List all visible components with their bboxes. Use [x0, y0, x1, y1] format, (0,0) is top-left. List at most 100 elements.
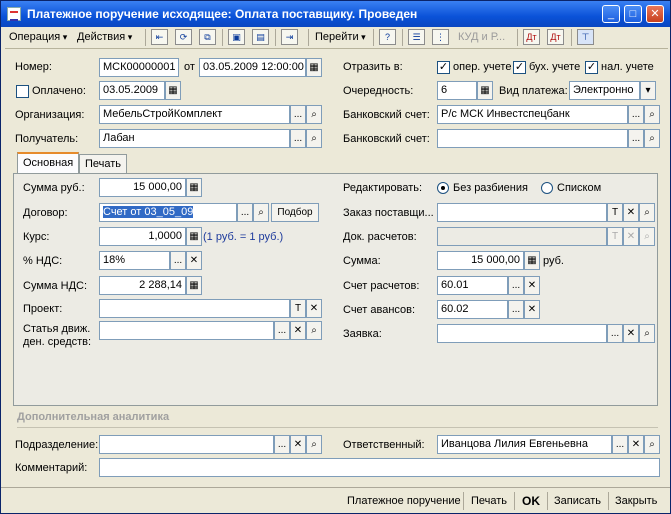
edit-no-split-radio[interactable]	[437, 182, 449, 194]
search-icon[interactable]: ⌕	[306, 105, 322, 124]
priority-field[interactable]: 6	[437, 81, 477, 100]
responsible-field[interactable]: Иванцова Лилия Евгеньевна	[437, 435, 612, 454]
vat-percent-field[interactable]: 18%	[99, 251, 170, 270]
comment-field[interactable]	[99, 458, 660, 477]
vat-sum-field[interactable]: 2 288,14	[99, 276, 186, 295]
options-icon[interactable]: ⋮	[432, 29, 449, 45]
refresh-icon[interactable]: ⟳	[175, 29, 192, 45]
search-icon[interactable]: ⌕	[639, 324, 655, 343]
buh-accounting-checkbox[interactable]: ✓	[513, 61, 526, 74]
paid-label: Оплачено:	[32, 85, 86, 97]
tax-debit-credit-icon[interactable]: Дт	[547, 29, 564, 45]
calendar-icon[interactable]: ▦	[165, 81, 181, 100]
select-button[interactable]: ...	[508, 300, 524, 319]
select-button[interactable]: ...	[628, 129, 644, 148]
number-field[interactable]: МСК00000001	[99, 58, 179, 77]
ok-button[interactable]: OK	[522, 492, 540, 510]
chevron-down-icon[interactable]: ▾	[640, 81, 656, 100]
tax-accounting-checkbox[interactable]: ✓	[585, 61, 598, 74]
close-window-button[interactable]: ✕	[646, 5, 664, 23]
goto-menu[interactable]: Перейти	[315, 28, 366, 47]
calc-icon[interactable]: ▦	[186, 227, 202, 246]
clear-icon[interactable]: ✕	[524, 300, 540, 319]
debit-credit-icon[interactable]: Дт	[523, 29, 540, 45]
advance-account-field[interactable]: 60.02	[437, 300, 508, 319]
print-form-button[interactable]: Платежное поручение	[347, 492, 461, 510]
actions-menu[interactable]: Действия	[77, 28, 132, 47]
project-field[interactable]	[99, 299, 290, 318]
supplier-order-field[interactable]	[437, 203, 607, 222]
structure-icon[interactable]: ⇥	[281, 29, 298, 45]
paid-checkbox[interactable]	[16, 85, 29, 98]
select-button[interactable]: ...	[274, 321, 290, 340]
maximize-button[interactable]: □	[624, 5, 642, 23]
clear-icon[interactable]: ✕	[186, 251, 202, 270]
select-button[interactable]: ...	[612, 435, 628, 454]
clear-icon[interactable]: ✕	[290, 435, 306, 454]
payee-bank-account-field[interactable]	[437, 129, 628, 148]
print-button[interactable]: Печать	[471, 492, 507, 510]
date-field[interactable]: 03.05.2009 12:00:00	[199, 58, 306, 77]
payee-field[interactable]: Лабан	[99, 129, 290, 148]
organization-field[interactable]: МебельСтройКомплект	[99, 105, 290, 124]
search-icon[interactable]: ⌕	[639, 203, 655, 222]
cashflow-item-field[interactable]	[99, 321, 274, 340]
clear-icon[interactable]: ✕	[628, 435, 644, 454]
operation-menu[interactable]: Операция	[9, 28, 67, 47]
select-button[interactable]: ...	[290, 129, 306, 148]
search-icon[interactable]: ⌕	[644, 129, 660, 148]
select-button[interactable]: ...	[607, 324, 623, 343]
clear-icon[interactable]: ✕	[623, 324, 639, 343]
help-icon[interactable]: ?	[379, 29, 396, 45]
select-button[interactable]: ...	[628, 105, 644, 124]
select-button[interactable]: ...	[290, 105, 306, 124]
search-icon[interactable]: ⌕	[644, 435, 660, 454]
rate-field[interactable]: 1,0000	[99, 227, 186, 246]
minimize-button[interactable]: _	[602, 5, 620, 23]
edit-list-radio[interactable]	[541, 182, 553, 194]
sum-field[interactable]: 15 000,00	[99, 178, 186, 197]
calc-icon[interactable]: ▦	[524, 251, 540, 270]
bank-account-field[interactable]: Р/с МСК Инвестспецбанк	[437, 105, 628, 124]
contract-field[interactable]: Счет от 03_05_09	[99, 203, 237, 222]
clear-icon[interactable]: ✕	[524, 276, 540, 295]
list-view-icon[interactable]: ☰	[408, 29, 425, 45]
post-document-icon[interactable]: ▣	[228, 29, 245, 45]
text-icon[interactable]: T	[290, 299, 306, 318]
payment-type-select[interactable]: Электронно	[569, 81, 640, 100]
tab-print[interactable]: Печать	[79, 154, 128, 173]
copy-icon[interactable]: ⧉	[199, 29, 216, 45]
unpost-document-icon[interactable]: ▤	[252, 29, 269, 45]
calc-icon[interactable]: ▦	[186, 178, 202, 197]
search-icon[interactable]: ⌕	[306, 129, 322, 148]
go-back-icon[interactable]: ⇤	[151, 29, 168, 45]
search-icon[interactable]: ⌕	[306, 321, 322, 340]
paid-date-field[interactable]: 03.05.2009	[99, 81, 165, 100]
amount-field[interactable]: 15 000,00	[437, 251, 524, 270]
calc-icon[interactable]: ▦	[477, 81, 493, 100]
clear-icon[interactable]: ✕	[623, 203, 639, 222]
select-button[interactable]: ...	[508, 276, 524, 295]
clear-icon[interactable]: ✕	[306, 299, 322, 318]
calendar-icon[interactable]: ▦	[306, 58, 322, 77]
search-icon[interactable]: ⌕	[253, 203, 269, 222]
kud-button[interactable]: КУД и Р...	[458, 28, 505, 47]
save-button[interactable]: Записать	[554, 492, 601, 510]
text-icon[interactable]: T	[607, 203, 623, 222]
close-button[interactable]: Закрыть	[615, 492, 657, 510]
select-button[interactable]: ...	[237, 203, 253, 222]
search-icon[interactable]: ⌕	[644, 105, 660, 124]
calc-icon[interactable]: ▦	[186, 276, 202, 295]
select-button[interactable]: ...	[170, 251, 186, 270]
oper-accounting-checkbox[interactable]: ✓	[437, 61, 450, 74]
clear-icon[interactable]: ✕	[290, 321, 306, 340]
structure-tree-icon[interactable]: ⊤	[577, 29, 594, 45]
select-button[interactable]: ...	[274, 435, 290, 454]
select-contract-button[interactable]: Подбор	[271, 203, 319, 222]
tab-main[interactable]: Основная	[17, 152, 80, 173]
title-bar[interactable]: Платежное поручение исходящее: Оплата по…	[1, 1, 670, 27]
search-icon[interactable]: ⌕	[306, 435, 322, 454]
settlement-account-field[interactable]: 60.01	[437, 276, 508, 295]
request-field[interactable]	[437, 324, 607, 343]
department-field[interactable]	[99, 435, 274, 454]
